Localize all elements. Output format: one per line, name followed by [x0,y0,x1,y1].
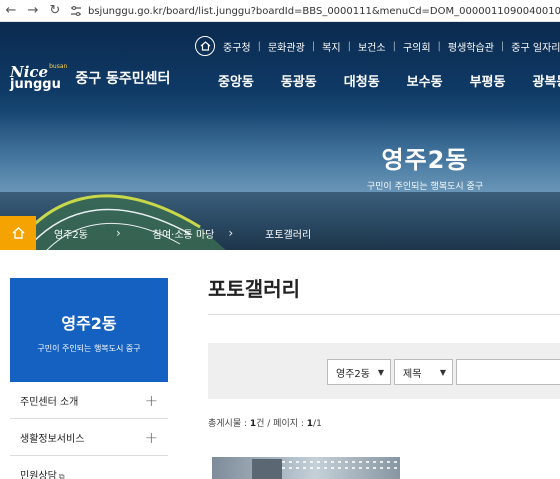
chevron-down-icon: ▼ [439,367,446,377]
util-link-jobs[interactable]: 중구 일자리 [511,39,560,54]
breadcrumb-item-dong[interactable]: 영주2동 › [36,216,135,250]
breadcrumb-item-gallery[interactable]: 포토갤러리 [247,216,325,250]
new-window-icon: ⧉ [58,471,65,479]
sidebar-item-consult[interactable]: 민원상담 ⧉ [10,456,168,479]
address-bar[interactable]: bsjunggu.go.kr/board/list.junggu?boardId… [70,3,560,19]
nav-item-donggwang[interactable]: 동광동 [281,71,317,90]
utility-links: 중구청 | 문화관광 | 복지 | 보건소 | 구의회 | 평생학습관 | 중구… [195,36,560,56]
breadcrumb-item-participation[interactable]: 참여·소통 마당 › [135,216,247,250]
nav-item-daecheong[interactable]: 대청동 [344,71,380,90]
breadcrumb-home-icon[interactable] [0,216,36,250]
chevron-right-icon: › [228,226,234,240]
sidebar-title: 영주2동 [61,314,117,333]
hero-subtitle: 구민이 주인되는 행복도시 중구 [366,182,484,192]
divider [208,314,560,315]
search-field-select[interactable]: 제목 ▼ [394,359,453,385]
home-icon[interactable] [195,36,215,56]
plus-icon[interactable]: + [145,428,158,447]
util-link-culture[interactable]: 문화관광 [268,39,305,54]
nav-item-bosu[interactable]: 보수동 [407,71,443,90]
logo-mark: Nicebusan junggu [10,63,68,92]
post-count: 총게시물 : 1건 / 페이지 : 1/1 [208,419,322,429]
nav-item-jungang[interactable]: 중앙동 [218,71,254,90]
util-link-learning[interactable]: 평생학습관 [448,39,494,54]
site-title: 중구 동주민센터 [75,70,171,87]
sidebar-item-life-info[interactable]: 생활정보서비스 + [10,419,168,456]
sidebar-subtitle: 구민이 주인되는 행복도시 중구 [37,344,141,353]
chevron-right-icon: › [115,226,121,240]
nav-item-bupyeong[interactable]: 부평동 [470,71,506,90]
site-info-icon[interactable] [70,6,82,16]
page-title: 포토갤러리 [208,277,300,301]
url-text: bsjunggu.go.kr/board/list.junggu?boardId… [88,5,560,17]
util-link-council[interactable]: 구의회 [403,39,431,54]
hero-title: 영주2동 [381,146,469,174]
back-icon[interactable]: ← [0,0,22,22]
sidebar-menu: 주민센터 소개 + 생활정보서비스 + 민원상담 ⧉ [10,382,168,479]
site-logo[interactable]: Nicebusan junggu 중구 동주민센터 [10,63,171,92]
util-link-welfare[interactable]: 복지 [322,39,340,54]
plus-icon[interactable]: + [145,391,158,410]
sidebar-item-center-intro[interactable]: 주민센터 소개 + [10,382,168,419]
sidebar-header: 영주2동 구민이 주인되는 행복도시 중구 [10,278,168,382]
reload-icon[interactable]: ↻ [44,0,66,22]
search-input[interactable] [456,359,560,385]
hero-heading: 영주2동 구민이 주인되는 행복도시 중구 [325,140,525,192]
breadcrumb: 영주2동 › 참여·소통 마당 › 포토갤러리 [0,216,325,250]
gallery-thumbnail[interactable] [212,457,400,479]
forward-icon[interactable]: → [22,0,44,22]
main-nav: 중앙동 동광동 대청동 보수동 부평동 광복동 [218,71,560,90]
browser-toolbar: ← → ↻ bsjunggu.go.kr/board/list.junggu?b… [0,0,560,22]
nav-item-gwangbok[interactable]: 광복동 [532,71,560,90]
util-link-junggu[interactable]: 중구청 [223,39,251,54]
util-link-health[interactable]: 보건소 [358,39,386,54]
dong-select[interactable]: 영주2동 ▼ [327,359,391,385]
chevron-down-icon: ▼ [377,367,384,377]
